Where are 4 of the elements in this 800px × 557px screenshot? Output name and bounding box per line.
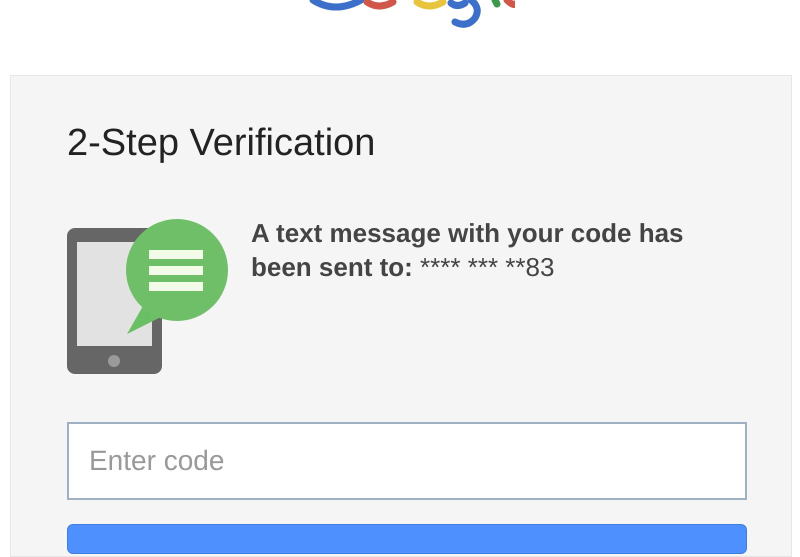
message-text: A text message with your code has been sent to: **** *** **83 (251, 217, 685, 284)
submit-button[interactable] (67, 524, 747, 554)
code-input-field[interactable]: Enter code (67, 422, 747, 500)
card-title: 2-Step Verification (67, 124, 376, 162)
